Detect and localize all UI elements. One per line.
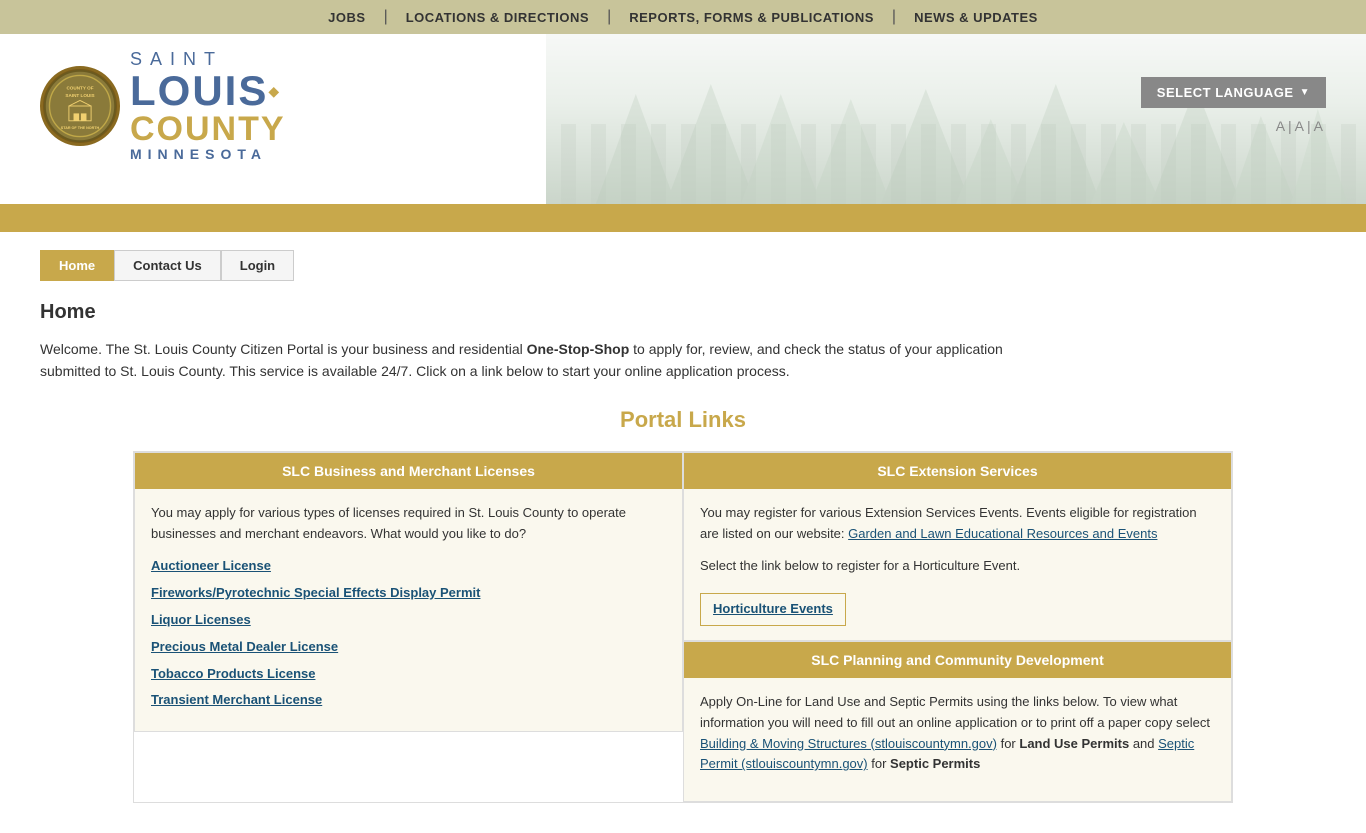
news-link[interactable]: NEWS & UPDATES xyxy=(896,10,1056,25)
business-card-header: SLC Business and Merchant Licenses xyxy=(135,453,682,489)
business-card-body: You may apply for various types of licen… xyxy=(135,489,682,731)
top-nav: JOBS | LOCATIONS & DIRECTIONS | REPORTS,… xyxy=(0,8,1366,26)
extension-card-body: You may register for various Extension S… xyxy=(684,489,1231,640)
logo-louis: LOUIS xyxy=(130,70,268,112)
portal-grid: SLC Business and Merchant Licenses You m… xyxy=(133,451,1233,803)
header-area: COUNTY OF SAINT LOUIS STAR OF THE NORTH … xyxy=(0,34,1366,204)
liquor-link[interactable]: Liquor Licenses xyxy=(151,610,666,631)
logo-county: COUNTY xyxy=(130,112,286,146)
language-button[interactable]: SELECT LANGUAGE ▼ xyxy=(1141,77,1326,108)
main-content: Home Welcome. The St. Louis County Citiz… xyxy=(0,281,1366,833)
logo-area: COUNTY OF SAINT LOUIS STAR OF THE NORTH … xyxy=(40,49,286,162)
precious-metal-link[interactable]: Precious Metal Dealer License xyxy=(151,637,666,658)
building-structures-link[interactable]: Building & Moving Structures (stlouiscou… xyxy=(700,736,997,751)
logo-text: SAINT LOUIS ◆ COUNTY MINNESOTA xyxy=(130,49,286,162)
tab-home[interactable]: Home xyxy=(40,250,114,281)
locations-link[interactable]: LOCATIONS & DIRECTIONS xyxy=(388,10,607,25)
horticulture-events-link[interactable]: Horticulture Events xyxy=(700,593,846,626)
planning-card-header: SLC Planning and Community Development xyxy=(684,642,1231,678)
right-column: SLC Extension Services You may register … xyxy=(683,452,1232,802)
business-card: SLC Business and Merchant Licenses You m… xyxy=(134,452,683,802)
intro-text: Welcome. The St. Louis County Citizen Po… xyxy=(40,338,1040,383)
dropdown-arrow-icon: ▼ xyxy=(1300,87,1310,98)
page-title: Home xyxy=(40,301,1326,324)
portal-links-title: Portal Links xyxy=(40,407,1326,433)
header-content: COUNTY OF SAINT LOUIS STAR OF THE NORTH … xyxy=(0,34,1366,177)
business-portal-card: SLC Business and Merchant Licenses You m… xyxy=(134,452,683,732)
font-size-controls[interactable]: A|A|A xyxy=(1276,118,1326,134)
reports-link[interactable]: REPORTS, FORMS & PUBLICATIONS xyxy=(611,10,892,25)
header-right: SELECT LANGUAGE ▼ A|A|A xyxy=(1141,77,1326,134)
logo-minnesota: MINNESOTA xyxy=(130,146,286,162)
garden-events-link[interactable]: Garden and Lawn Educational Resources an… xyxy=(848,526,1157,541)
jobs-link[interactable]: JOBS xyxy=(310,10,383,25)
planning-card-body: Apply On-Line for Land Use and Septic Pe… xyxy=(684,678,1231,801)
svg-text:SAINT LOUIS: SAINT LOUIS xyxy=(65,92,94,97)
county-seal: COUNTY OF SAINT LOUIS STAR OF THE NORTH xyxy=(40,66,120,146)
business-card-text: You may apply for various types of licen… xyxy=(151,503,666,545)
nav-tabs: Home Contact Us Login xyxy=(0,232,1366,281)
tab-login[interactable]: Login xyxy=(221,250,294,281)
fireworks-link[interactable]: Fireworks/Pyrotechnic Special Effects Di… xyxy=(151,583,666,604)
extension-portal-card: SLC Extension Services You may register … xyxy=(683,452,1232,641)
tab-contact[interactable]: Contact Us xyxy=(114,250,221,281)
planning-card-text: Apply On-Line for Land Use and Septic Pe… xyxy=(700,692,1215,775)
planning-portal-card: SLC Planning and Community Development A… xyxy=(683,641,1232,802)
auctioneer-link[interactable]: Auctioneer License xyxy=(151,556,666,577)
logo-diamond: ◆ xyxy=(268,84,279,98)
svg-text:STAR OF THE NORTH: STAR OF THE NORTH xyxy=(61,126,100,130)
extension-card-text2: Select the link below to register for a … xyxy=(700,556,1215,577)
extension-card-text: You may register for various Extension S… xyxy=(700,503,1215,545)
gold-divider-bar xyxy=(0,204,1366,232)
transient-link[interactable]: Transient Merchant License xyxy=(151,690,666,711)
extension-card-header: SLC Extension Services xyxy=(684,453,1231,489)
svg-text:COUNTY OF: COUNTY OF xyxy=(66,85,93,90)
tobacco-link[interactable]: Tobacco Products License xyxy=(151,664,666,685)
top-bar: JOBS | LOCATIONS & DIRECTIONS | REPORTS,… xyxy=(0,0,1366,34)
